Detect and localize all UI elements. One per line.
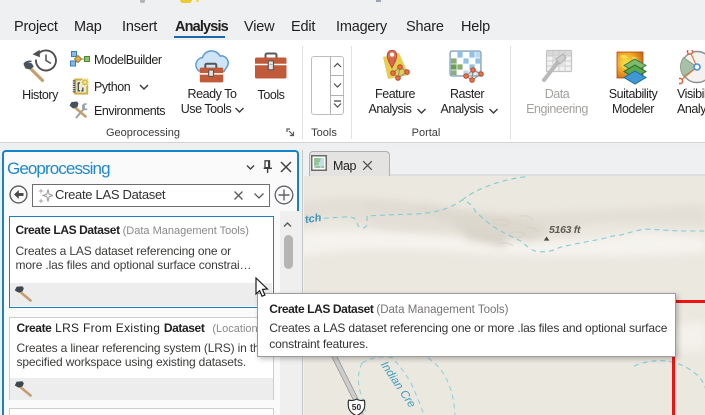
svg-text:50: 50 xyxy=(352,402,362,412)
